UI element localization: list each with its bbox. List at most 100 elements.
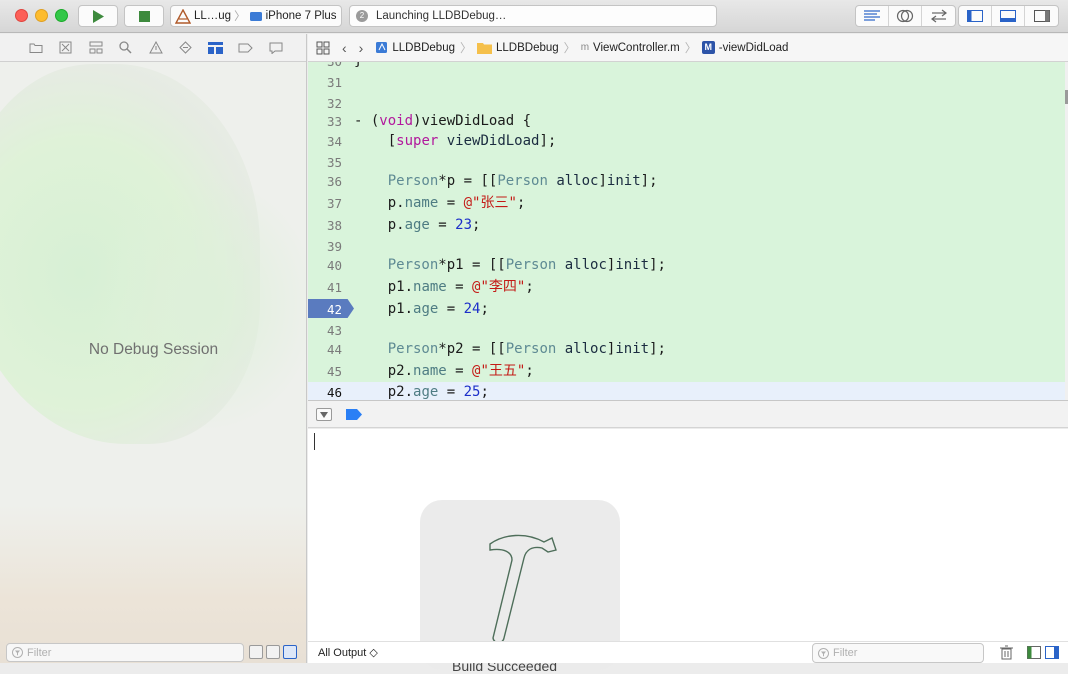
swap-arrows-icon <box>930 9 947 23</box>
output-selector[interactable]: All Output ◇ <box>318 646 378 659</box>
simulator-device-icon <box>249 12 262 21</box>
source-editor[interactable]: 30} 31 32 33- (void)viewDidLoad { 34 [su… <box>308 62 1065 400</box>
breakpoint-tag-icon[interactable] <box>235 39 256 57</box>
objc-file-icon: m <box>580 42 590 53</box>
show-variables-view-icon[interactable] <box>1027 646 1041 659</box>
back-chevron-icon[interactable]: ‹ <box>342 40 347 56</box>
activity-status-text: Launching LLDBDebug… <box>376 10 507 22</box>
bottom-panel-icon <box>1000 10 1016 22</box>
breadcrumb-group[interactable]: LLDBDebug <box>477 42 559 54</box>
code-line: 41 p1.name = @"李四"; <box>326 279 534 295</box>
venn-circles-icon <box>896 9 914 23</box>
code-line: 35 <box>326 155 342 170</box>
play-icon <box>93 9 104 23</box>
symbol-hierarchy-icon[interactable] <box>85 39 106 57</box>
triangle-down-icon <box>320 411 328 418</box>
find-icon[interactable] <box>115 39 136 57</box>
related-items-grid-icon[interactable] <box>316 41 330 55</box>
scheme-selector[interactable]: LL…ug 〉 iPhone 7 Plus <box>170 5 342 27</box>
window-toolbar: LL…ug 〉 iPhone 7 Plus 2 Launching LLDBDe… <box>0 0 1068 33</box>
editor-jump-bar: ‹ › LLDBDebug 〉 LLDBDebug 〉 m ViewContro… <box>308 34 1068 62</box>
report-chat-icon[interactable] <box>265 39 286 57</box>
navigator-tab-bar <box>0 34 306 62</box>
run-button[interactable] <box>78 5 118 27</box>
code-line: 37 p.name = @"张三"; <box>326 195 526 211</box>
breadcrumb-file-label: ViewController.m <box>593 41 680 54</box>
project-file-icon <box>376 42 388 53</box>
test-diamond-icon[interactable] <box>175 39 196 57</box>
breadcrumb-file[interactable]: m ViewController.m <box>581 42 680 54</box>
forward-chevron-icon[interactable]: › <box>359 40 364 56</box>
close-window-button[interactable] <box>15 9 28 22</box>
filter-icon <box>818 647 829 659</box>
code-line: 44 Person*p2 = [[Person alloc]init]; <box>326 341 666 357</box>
folder-yellow-icon <box>477 42 493 54</box>
breakpoints-toggle-icon[interactable] <box>346 409 363 420</box>
console-filter-field[interactable]: Filter <box>812 643 984 663</box>
breadcrumb-project[interactable]: LLDBDebug <box>375 41 455 54</box>
code-line: 45 p2.name = @"王五"; <box>326 363 534 379</box>
breadcrumb-method-label: -viewDidLoad <box>718 41 789 54</box>
left-panel-icon <box>967 10 983 22</box>
toggle-utilities-button[interactable] <box>1025 6 1058 26</box>
filter-icon <box>12 647 23 658</box>
console-footer: All Output ◇ Filter <box>308 641 1068 663</box>
code-line-breakpoint: 42 p1.age = 24; <box>308 299 1065 320</box>
activity-view: 2 Launching LLDBDebug… <box>349 5 717 27</box>
hide-debug-area-button[interactable] <box>316 408 332 421</box>
lines-icon <box>864 10 880 21</box>
minimize-window-button[interactable] <box>35 9 48 22</box>
code-line: 33- (void)viewDidLoad { <box>326 113 532 129</box>
method-badge-icon: M <box>701 41 715 54</box>
show-console-view-icon[interactable] <box>1045 646 1059 659</box>
breadcrumb-group-label: LLDBDebug <box>496 41 559 54</box>
breadcrumb-separator-icon: 〉 <box>684 41 697 55</box>
stop-button[interactable] <box>124 5 164 27</box>
navigator-background-bottom <box>0 504 306 663</box>
debug-console[interactable]: Build Succeeded <box>308 429 1068 674</box>
scheme-separator-icon: 〉 <box>234 11 246 23</box>
code-line: 38 p.age = 23; <box>326 217 481 233</box>
debug-navigator-icon[interactable] <box>205 39 226 57</box>
show-running-threads-button[interactable] <box>266 645 280 659</box>
issue-warning-icon[interactable] <box>145 39 166 57</box>
panel-toggle-control <box>958 5 1059 27</box>
stop-icon <box>138 10 150 22</box>
scheme-device-label: iPhone 7 Plus <box>265 10 337 22</box>
code-line: 39 <box>326 239 342 254</box>
source-control-icon[interactable] <box>55 39 76 57</box>
navigator-pane: No Debug Session Filter <box>0 34 307 663</box>
breadcrumb-project-label: LLDBDebug <box>392 41 455 54</box>
toggle-debug-area-button[interactable] <box>992 6 1025 26</box>
right-panel-icon <box>1033 10 1050 22</box>
code-line: 31 <box>326 75 342 90</box>
editor-mode-control <box>855 5 956 27</box>
activity-count-badge: 2 <box>356 10 368 22</box>
version-editor-button[interactable] <box>922 6 955 26</box>
breadcrumb-separator-icon: 〉 <box>563 41 576 55</box>
code-line-current: 46 p2.age = 25; <box>308 382 1065 400</box>
toggle-navigator-button[interactable] <box>959 6 992 26</box>
breadcrumb-method[interactable]: M -viewDidLoad <box>701 41 789 54</box>
code-line: 30} <box>308 62 1065 72</box>
trash-icon[interactable] <box>1000 645 1013 660</box>
zoom-window-button[interactable] <box>55 9 68 22</box>
show-all-threads-button[interactable] <box>283 645 297 659</box>
standard-editor-button[interactable] <box>856 6 889 26</box>
assistant-editor-button[interactable] <box>889 6 922 26</box>
navigator-filter-placeholder: Filter <box>27 646 52 659</box>
navigator-background-blob <box>90 174 306 434</box>
show-only-crashed-threads-button[interactable] <box>249 645 263 659</box>
code-line: 43 <box>326 323 342 338</box>
text-cursor <box>314 433 315 450</box>
hammer-icon <box>489 534 557 644</box>
no-debug-session-label: No Debug Session <box>88 341 219 358</box>
breadcrumb-separator-icon: 〉 <box>460 41 473 55</box>
console-filter-placeholder: Filter <box>833 647 858 659</box>
code-line: 36 Person*p = [[Person alloc]init]; <box>326 173 658 189</box>
app-target-icon <box>175 8 191 24</box>
navigator-filter-field[interactable]: Filter <box>6 643 244 662</box>
folder-icon[interactable] <box>25 39 46 57</box>
scheme-target-label: LL…ug <box>194 10 232 22</box>
code-line: 34 [super viewDidLoad]; <box>326 133 557 149</box>
